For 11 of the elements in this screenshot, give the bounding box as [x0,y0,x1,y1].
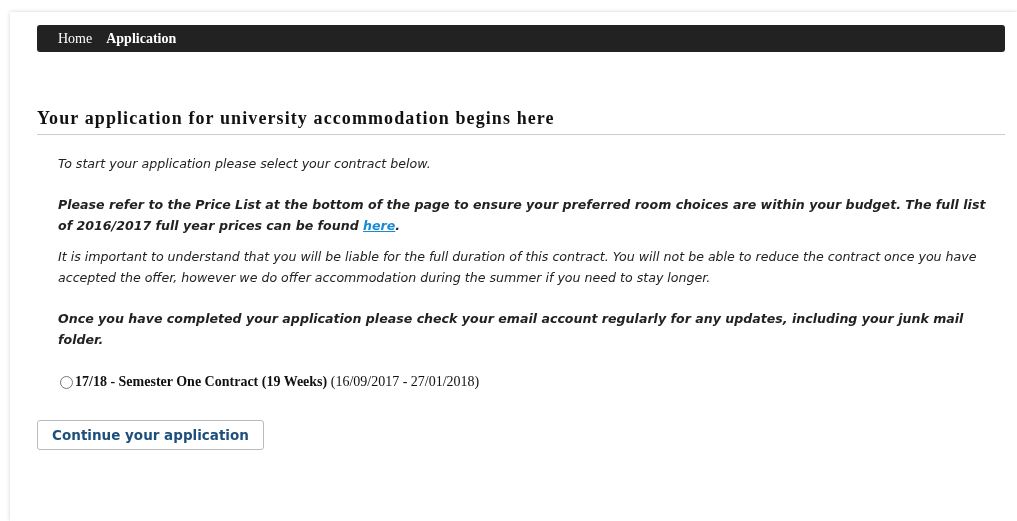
here-link[interactable]: here [363,218,396,233]
nav-link[interactable]: Application [106,30,177,47]
paragraph: To start your application please select your contract below. [58,155,432,173]
contract-radio[interactable] [60,375,73,389]
paragraph: Once you have completed your application please check your email account regularly for any updates, including your junk mail folder. [58,310,965,349]
page-heading: Your application for university accommodation begins here [37,108,1005,135]
paragraph: It is important to understand that you will be liable for the full duration of this contract. You will not be able to reduce the contract once you have accepted the offer, however we do offer accommodation during the summer if you need to stay longer. [58,248,978,287]
continue-button[interactable]: Continue your application [37,420,264,450]
paragraph: Please refer to the Price List at the bottom of the page to ensure your preferred room choices are within your budget. The full list of 2016/2017 full year prices can be found here. [58,196,987,235]
contract-label: 17/18 - Semester One Contract (19 Weeks) (16/09/2017 - 27/01/2018) [75,374,480,390]
nav-link[interactable]: Home [58,30,93,47]
